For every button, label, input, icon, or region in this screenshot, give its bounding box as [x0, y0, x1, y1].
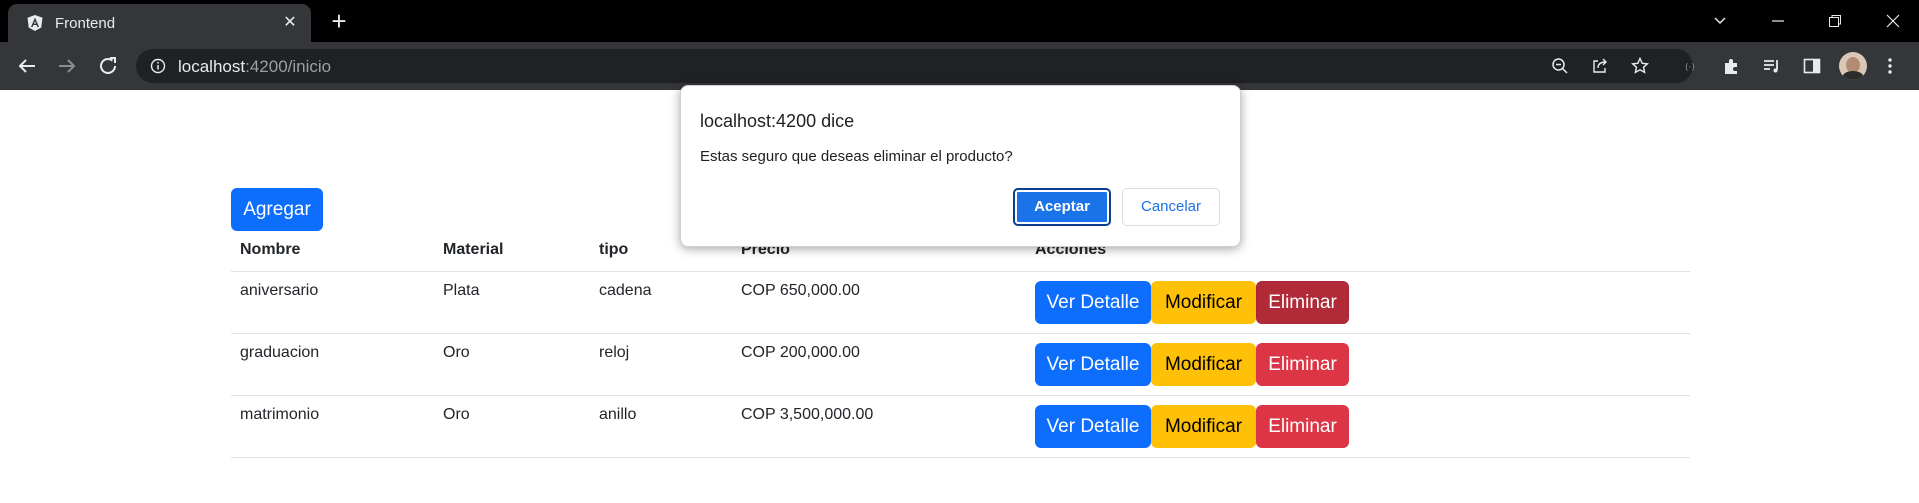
- url-text: localhost:4200/inicio: [178, 57, 332, 76]
- browser-toolbar: localhost:4200/inicio (·): [0, 42, 1919, 90]
- cast-icon[interactable]: (·): [1683, 56, 1703, 76]
- cell-nombre: aniversario: [240, 282, 319, 299]
- media-control-icon[interactable]: [1762, 56, 1782, 76]
- minimize-icon[interactable]: [1755, 6, 1801, 36]
- dialog-title: localhost:4200 dice: [700, 111, 855, 131]
- table-divider: [231, 395, 1690, 396]
- confirm-dialog: localhost:4200 dice Estas seguro que des…: [680, 85, 1241, 247]
- profile-avatar[interactable]: [1839, 52, 1867, 80]
- cell-precio: COP 200,000.00: [741, 344, 860, 361]
- site-info-icon[interactable]: [150, 58, 166, 74]
- view-detail-button[interactable]: Ver Detalle: [1035, 281, 1151, 324]
- cell-tipo: reloj: [599, 344, 630, 361]
- restore-icon[interactable]: [1812, 6, 1858, 36]
- cell-tipo: anillo: [599, 406, 637, 423]
- accept-button[interactable]: Aceptar: [1013, 188, 1111, 226]
- bookmark-star-icon[interactable]: [1631, 57, 1649, 75]
- tab-bar: Frontend ✕ +: [0, 0, 1919, 42]
- menu-kebab-icon[interactable]: [1880, 56, 1900, 76]
- cell-material: Oro: [443, 406, 470, 423]
- svg-text:(·): (·): [1685, 63, 1695, 73]
- cell-nombre: matrimonio: [240, 406, 320, 423]
- new-tab-icon[interactable]: +: [326, 8, 352, 34]
- table-divider: [231, 271, 1690, 272]
- modify-button[interactable]: Modificar: [1151, 343, 1256, 386]
- column-header-tipo: tipo: [599, 241, 629, 258]
- delete-button[interactable]: Eliminar: [1256, 405, 1349, 448]
- side-panel-icon[interactable]: [1802, 56, 1822, 76]
- cell-precio: COP 3,500,000.00: [741, 406, 874, 423]
- tab-search-icon[interactable]: [1697, 6, 1743, 36]
- angular-logo-icon: [27, 15, 43, 31]
- zoom-icon[interactable]: [1551, 57, 1569, 75]
- share-icon[interactable]: [1591, 57, 1609, 75]
- dialog-message: Estas seguro que deseas eliminar el prod…: [700, 148, 1013, 165]
- tab-title: Frontend: [55, 15, 116, 32]
- cell-tipo: cadena: [599, 282, 652, 299]
- add-button[interactable]: Agregar: [231, 188, 323, 231]
- forward-icon[interactable]: [55, 54, 79, 78]
- tab-close-icon[interactable]: ✕: [280, 13, 300, 33]
- delete-button[interactable]: Eliminar: [1256, 343, 1349, 386]
- cell-material: Plata: [443, 282, 480, 299]
- modify-button[interactable]: Modificar: [1151, 405, 1256, 448]
- table-divider: [231, 333, 1690, 334]
- view-detail-button[interactable]: Ver Detalle: [1035, 405, 1151, 448]
- extensions-icon[interactable]: [1722, 56, 1742, 76]
- browser-tab[interactable]: Frontend ✕: [8, 4, 311, 42]
- cancel-button[interactable]: Cancelar: [1122, 188, 1220, 226]
- column-header-nombre: Nombre: [240, 241, 301, 258]
- reload-icon[interactable]: [96, 54, 120, 78]
- close-window-icon[interactable]: [1870, 6, 1916, 36]
- address-bar[interactable]: localhost:4200/inicio: [136, 49, 1693, 83]
- delete-button[interactable]: Eliminar: [1256, 281, 1349, 324]
- column-header-material: Material: [443, 241, 504, 258]
- view-detail-button[interactable]: Ver Detalle: [1035, 343, 1151, 386]
- table-divider: [231, 457, 1690, 458]
- back-icon[interactable]: [15, 54, 39, 78]
- cell-precio: COP 650,000.00: [741, 282, 860, 299]
- cell-nombre: graduacion: [240, 344, 320, 361]
- cell-material: Oro: [443, 344, 470, 361]
- modify-button[interactable]: Modificar: [1151, 281, 1256, 324]
